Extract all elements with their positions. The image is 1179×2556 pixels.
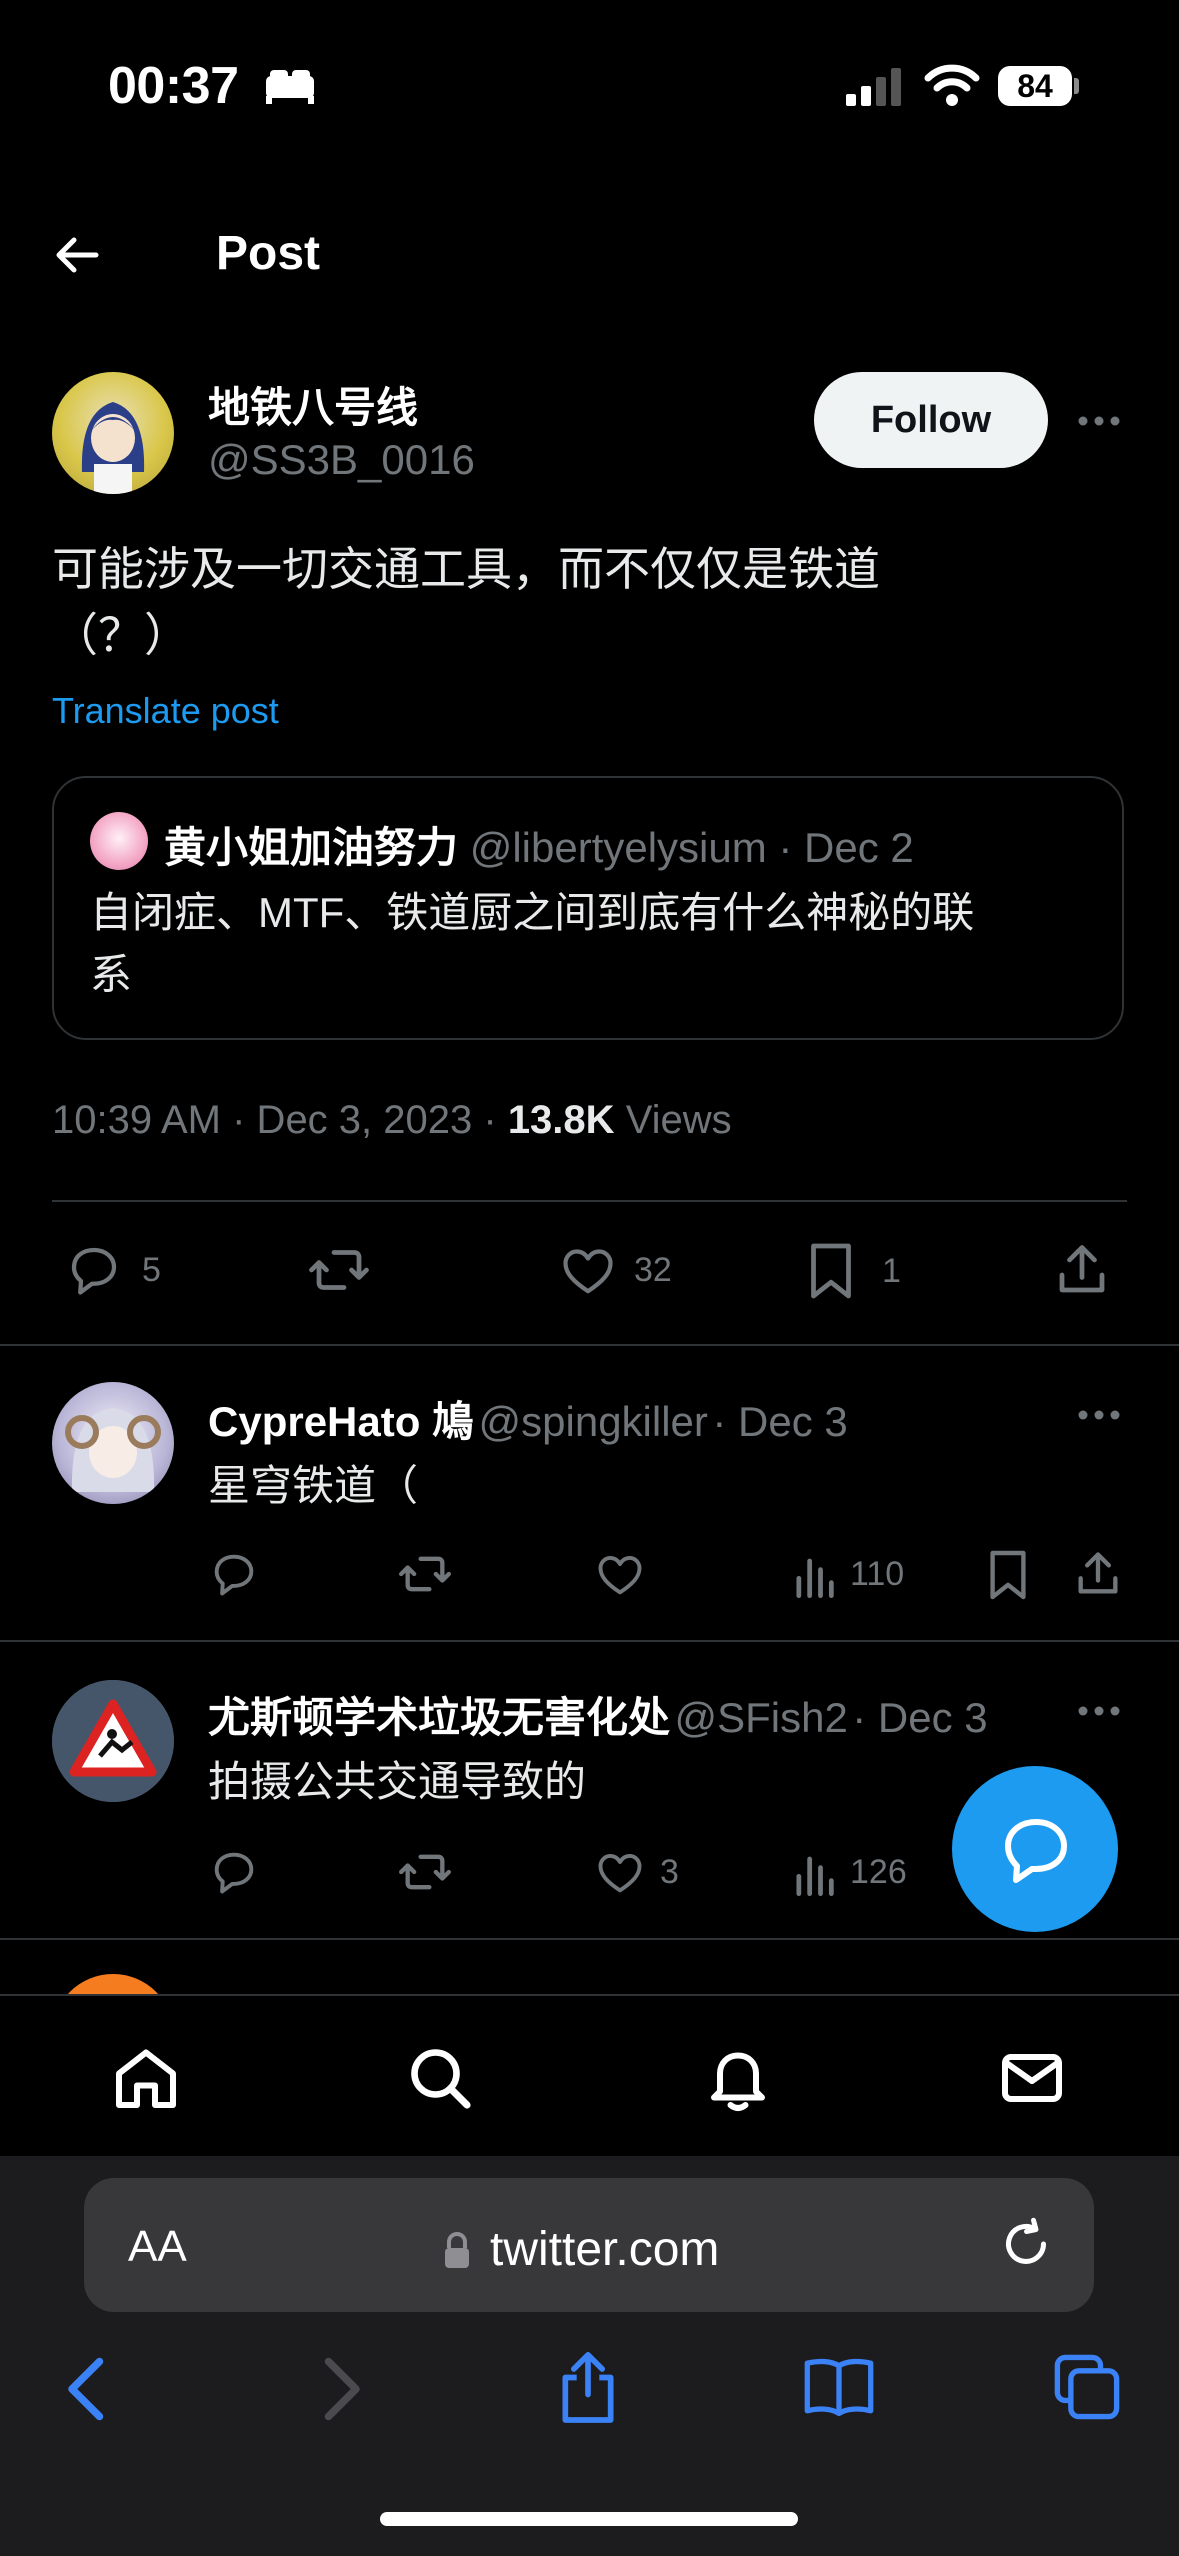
reply-action-repost[interactable] (396, 1548, 454, 1600)
reply-icon (214, 1554, 254, 1596)
battery-indicator: 84 (998, 66, 1072, 106)
repost-icon (398, 1556, 451, 1592)
reply-author-handle[interactable]: @spingkiller (479, 1398, 708, 1445)
more-options-icon[interactable] (1076, 408, 1122, 434)
home-indicator (380, 2512, 798, 2526)
view-count: 126 (850, 1852, 907, 1891)
sleep-mode-icon (262, 66, 318, 106)
reply-text: 拍摄公共交通导致的 (208, 1758, 587, 1805)
author-name[interactable]: 地铁八号线 (208, 374, 418, 435)
heart-icon (598, 1854, 642, 1893)
share-button[interactable] (1052, 1240, 1112, 1300)
reply-action-reply[interactable] (208, 1548, 260, 1600)
bookmark-icon (990, 1550, 1026, 1600)
cellular-signal-icon (846, 66, 904, 106)
home-icon[interactable] (110, 2042, 182, 2114)
url-text[interactable]: twitter.com (490, 2222, 719, 2277)
back-arrow-icon[interactable] (52, 230, 102, 280)
reply-action-like[interactable] (594, 1548, 660, 1600)
notifications-bell-icon[interactable] (702, 2040, 774, 2116)
reload-icon[interactable] (996, 2214, 1056, 2274)
tabs-overview-icon[interactable] (1052, 2352, 1122, 2422)
reply-author-handle[interactable]: @SFish2 (674, 1694, 847, 1741)
reply-action-views[interactable]: 110 (792, 1548, 904, 1600)
more-options-icon[interactable] (1076, 1698, 1122, 1724)
views-label: Views (625, 1098, 732, 1142)
reply-icon (71, 1247, 117, 1295)
post-meta: 10:39 AM · Dec 3, 2023 · 13.8K Views (52, 1098, 732, 1143)
follow-button[interactable]: Follow (814, 372, 1048, 468)
divider (0, 1640, 1179, 1642)
quote-header: 黄小姐加油努力 @libertyelysium · Dec 2 (164, 814, 914, 875)
reply-date: · Dec 3 (852, 1694, 988, 1741)
compose-reply-button[interactable] (952, 1766, 1118, 1932)
author-avatar[interactable] (52, 372, 174, 494)
repost-icon (398, 1854, 451, 1890)
reply-date: · Dec 3 (712, 1398, 848, 1445)
heart-icon (563, 1249, 613, 1294)
bookmarks-book-icon[interactable] (802, 2352, 876, 2422)
search-icon[interactable] (404, 2042, 476, 2114)
view-count: 110 (850, 1554, 905, 1593)
reply-icon (214, 1852, 254, 1894)
reply-action-reply[interactable] (208, 1846, 260, 1898)
quote-date: · Dec 2 (778, 824, 914, 871)
browser-share-icon[interactable] (554, 2346, 622, 2426)
reply-action-like[interactable]: 3 (594, 1846, 679, 1898)
reply-text: 星穹铁道（ (208, 1462, 419, 1509)
heart-icon (598, 1556, 642, 1595)
quote-text-line1: 自闭症、MTF、铁道厨之间到底有什么神秘的联 (90, 889, 975, 936)
quote-text: 自闭症、MTF、铁道厨之间到底有什么神秘的联 系 (90, 882, 1090, 1006)
reply-action-repost[interactable] (396, 1846, 454, 1898)
battery-nub (1074, 78, 1079, 94)
messages-envelope-icon[interactable] (996, 2042, 1068, 2114)
quote-author-avatar (90, 812, 148, 870)
reply-avatar[interactable] (52, 1680, 174, 1802)
quote-text-line2: 系 (90, 951, 133, 998)
like-button[interactable]: 32 (558, 1240, 672, 1300)
reply-action-bookmark[interactable] (986, 1548, 1030, 1602)
reply-action-share[interactable] (1072, 1548, 1124, 1600)
analytics-icon (796, 1558, 834, 1599)
reply-button[interactable]: 5 (64, 1240, 161, 1300)
browser-back-icon[interactable] (62, 2354, 112, 2424)
browser-forward-icon[interactable] (316, 2354, 366, 2424)
author-handle[interactable]: @SS3B_0016 (208, 436, 475, 484)
status-time: 00:37 (108, 57, 239, 115)
divider (0, 1938, 1179, 1940)
page-title: Post (216, 227, 321, 280)
quote-author-name: 黄小姐加油努力 (164, 824, 459, 871)
reply-action-views[interactable]: 126 (792, 1846, 907, 1898)
like-count: 3 (660, 1852, 679, 1891)
post-text: 可能涉及一切交通工具，而不仅仅是铁道 （？） (52, 536, 1052, 668)
repost-icon (309, 1250, 369, 1290)
divider (52, 1200, 1127, 1202)
post-text-line2: （？） (52, 609, 190, 661)
reply-avatar[interactable] (52, 1382, 174, 1504)
bookmark-icon (811, 1243, 851, 1299)
divider (0, 1344, 1179, 1346)
more-options-icon[interactable] (1076, 1402, 1122, 1428)
reply-count: 5 (142, 1250, 161, 1289)
reply-author-name[interactable]: 尤斯顿学术垃圾无害化处 (208, 1694, 670, 1741)
text-size-button[interactable]: AA (128, 2222, 187, 2272)
post-text-line1: 可能涉及一切交通工具，而不仅仅是铁道 (52, 543, 880, 595)
like-count: 32 (634, 1250, 672, 1289)
post-timestamp: 10:39 AM · Dec 3, 2023 · (52, 1098, 497, 1142)
bookmark-count: 1 (882, 1251, 901, 1290)
chat-bubble-icon (1005, 1819, 1067, 1883)
wifi-icon (924, 64, 980, 106)
bookmark-button[interactable]: 1 (806, 1240, 901, 1302)
repost-button[interactable] (306, 1240, 372, 1300)
reply-header: 尤斯顿学术垃圾无害化处 @SFish2 · Dec 3 (208, 1684, 988, 1745)
quote-author-handle: @libertyelysium (469, 824, 767, 871)
share-icon (1078, 1552, 1118, 1594)
reply-header: CypreHato 鳩 @spingkiller · Dec 3 (208, 1388, 848, 1449)
views-count: 13.8K (507, 1098, 615, 1142)
lock-icon (442, 2230, 472, 2272)
translate-post-link[interactable]: Translate post (52, 690, 279, 732)
reply-author-name[interactable]: CypreHato 鳩 (208, 1398, 474, 1445)
share-icon (1059, 1245, 1105, 1293)
analytics-icon (796, 1856, 834, 1897)
